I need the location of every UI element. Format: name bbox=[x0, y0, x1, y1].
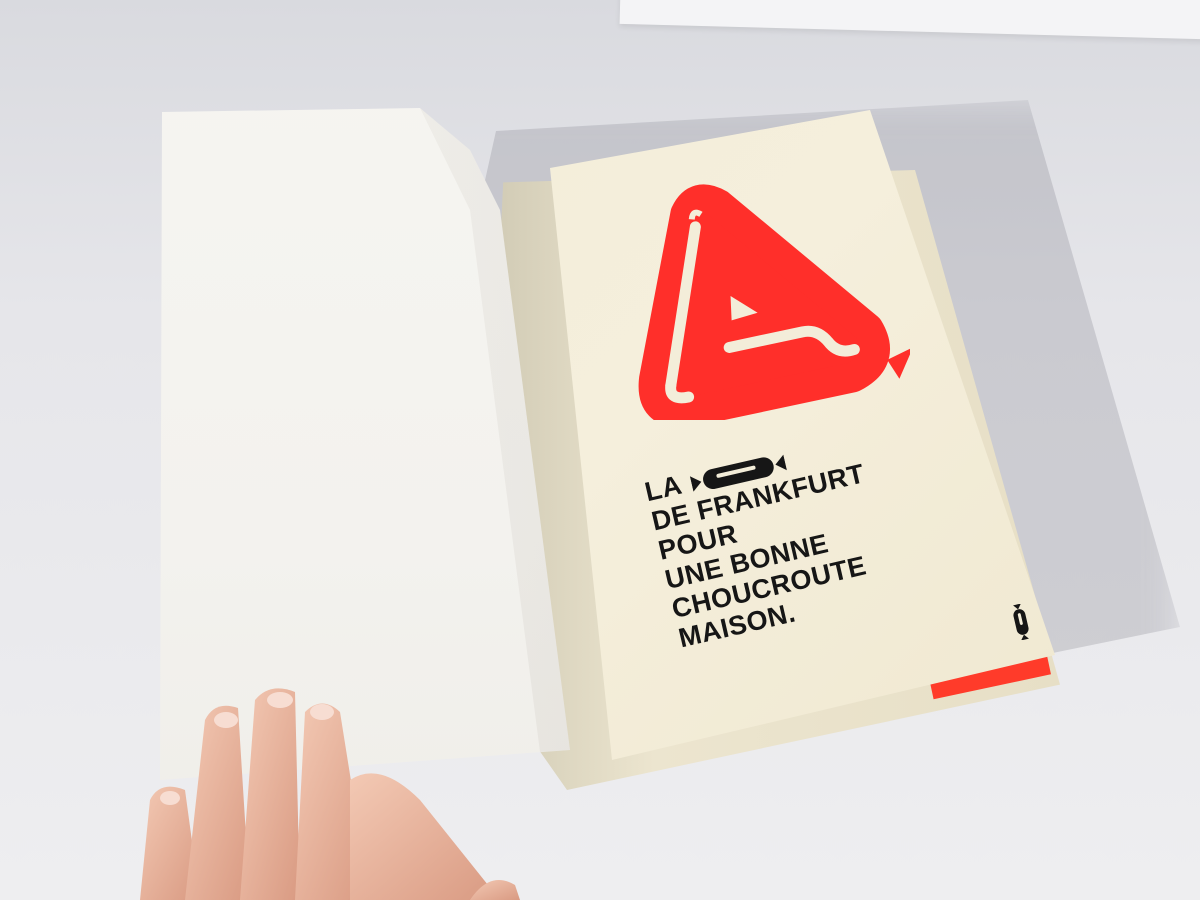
hand bbox=[140, 688, 520, 900]
photo-scene: LA DE FRANKFURT POUR UNE BONNE CHOUCROUT… bbox=[0, 0, 1200, 900]
